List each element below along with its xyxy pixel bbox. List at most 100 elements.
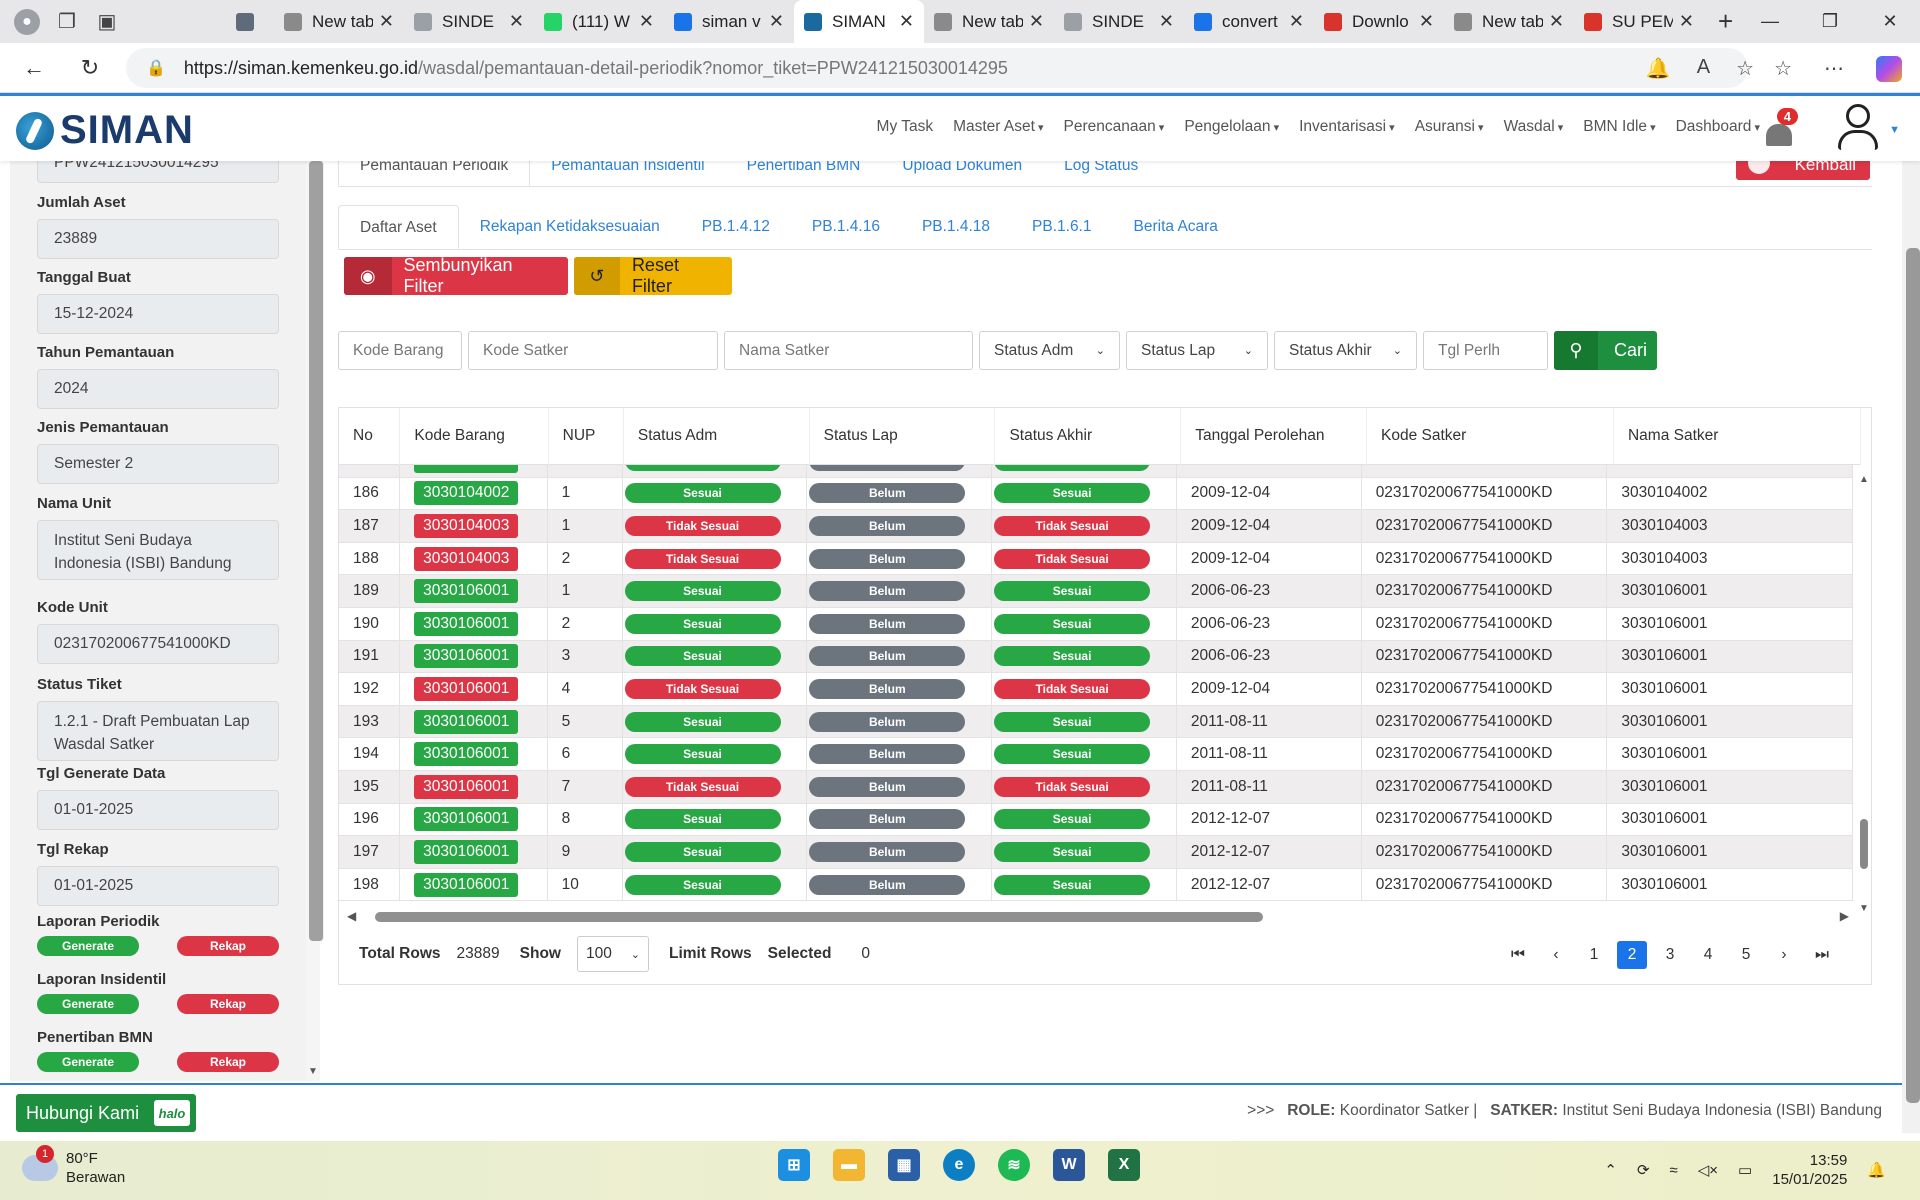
column-header[interactable]: Nama Satker — [1614, 407, 1861, 465]
page-button[interactable]: 3 — [1651, 941, 1689, 969]
tgl-perlh-input[interactable]: Tgl Perlh — [1423, 331, 1548, 370]
close-tab-icon[interactable]: ✕ — [1159, 11, 1174, 32]
subtab-pb-1-4-16[interactable]: PB.1.4.16 — [791, 205, 901, 249]
kode-barang-badge[interactable]: 3030103999 — [414, 465, 519, 473]
file-explorer-icon[interactable]: ▬ — [833, 1149, 865, 1181]
table-row[interactable]: 192 3030106001 4 Tidak Sesuai Belum Tidak Ses… — [339, 673, 1853, 706]
browser-tab[interactable]: SU PEM ✕ — [1574, 0, 1704, 43]
page-button[interactable]: 4 — [1689, 941, 1727, 969]
table-row[interactable]: 197 3030106001 9 Sesuai Belum Sesuai 2012-12-0… — [339, 836, 1853, 869]
rekap-button[interactable]: Rekap — [177, 994, 279, 1014]
kode-barang-badge[interactable]: 3030106001 — [414, 676, 519, 701]
close-tab-icon[interactable]: ✕ — [1549, 11, 1564, 32]
browser-tab[interactable]: SINDE ✕ — [404, 0, 534, 43]
table-row[interactable]: 191 3030106001 3 Sesuai Belum Sesuai 2006-06-2… — [339, 640, 1853, 674]
scroll-left-icon[interactable]: ◀ — [347, 909, 356, 923]
table-row[interactable]: 194 3030106001 6 Sesuai Belum Sesuai 2011-08-1… — [339, 738, 1853, 771]
favorites-icon[interactable]: ☆ — [1774, 56, 1792, 82]
status-adm-select[interactable]: Status Adm ⌄ — [979, 331, 1120, 370]
scroll-right-icon[interactable]: ▶ — [1840, 909, 1849, 923]
browser-tab[interactable]: SINDE ✕ — [1054, 0, 1184, 43]
page-scrollbar[interactable] — [1902, 93, 1920, 1133]
rekap-button[interactable]: Rekap — [177, 936, 279, 956]
column-header[interactable]: NUP — [549, 407, 624, 465]
table-row[interactable]: 189 3030106001 1 Sesuai Belum Sesuai 2006-06-2… — [339, 575, 1853, 608]
profile-icon[interactable]: ● — [14, 8, 40, 35]
menu-item[interactable]: BMN Idle ▾ — [1583, 118, 1655, 136]
close-tab-icon[interactable]: ✕ — [1289, 11, 1304, 32]
maximize-icon[interactable]: ❐ — [1800, 0, 1860, 43]
kode-satker-input[interactable]: Kode Satker — [468, 331, 718, 370]
table-vertical-scrollbar[interactable]: ▲ ▼ — [1857, 474, 1871, 914]
volume-muted-icon[interactable]: ◁× — [1698, 1161, 1718, 1179]
favorite-star-icon[interactable]: ☆ — [1736, 56, 1754, 81]
kode-barang-badge[interactable]: 3030104003 — [414, 513, 519, 538]
kode-barang-badge[interactable]: 3030104002 — [414, 481, 519, 506]
browser-tab[interactable]: (111) W ✕ — [534, 0, 664, 43]
table-row[interactable]: 186 3030104002 1 Sesuai Belum Sesuai 2009-12-0… — [339, 477, 1853, 511]
chevron-up-icon[interactable]: ⌃ — [1604, 1161, 1617, 1179]
next-page-icon[interactable]: › — [1765, 941, 1803, 969]
hubungi-kami-button[interactable]: Hubungi Kami halo — [16, 1094, 196, 1132]
browser-tab[interactable]: SIMAN ✕ — [794, 0, 924, 43]
word-icon[interactable]: W — [1053, 1149, 1085, 1181]
menu-item[interactable]: My Task — [877, 118, 934, 136]
kode-barang-badge[interactable]: 3030106001 — [414, 644, 519, 669]
browser-tab[interactable] — [226, 0, 274, 43]
url-input[interactable]: 🔒 https://siman.kemenkeu.go.id/wasdal/pe… — [126, 48, 1748, 88]
kode-barang-badge[interactable]: 3030106001 — [414, 807, 519, 832]
status-akhir-select[interactable]: Status Akhir ⌄ — [1274, 331, 1417, 370]
rows-per-page-select[interactable]: 100 ⌄ — [576, 936, 649, 972]
subtab-pb-1-4-12[interactable]: PB.1.4.12 — [681, 205, 791, 249]
column-header[interactable]: Status Lap — [810, 407, 996, 465]
user-avatar-icon[interactable] — [1836, 104, 1880, 152]
browser-tab[interactable]: siman v ✕ — [664, 0, 794, 43]
prev-page-icon[interactable]: ‹ — [1537, 941, 1575, 969]
table-row[interactable]: 190 3030106001 2 Sesuai Belum Sesuai 2006-06-2… — [339, 607, 1853, 641]
bell-url-icon[interactable]: 🔔 — [1646, 56, 1671, 81]
back-icon[interactable]: ← — [6, 55, 62, 81]
close-window-icon[interactable]: ✕ — [1860, 0, 1920, 43]
battery-icon[interactable]: ▭ — [1738, 1161, 1752, 1179]
status-lap-select[interactable]: Status Lap ⌄ — [1126, 331, 1268, 370]
user-menu-chevron-icon[interactable]: ▼ — [1889, 124, 1900, 136]
notification-bell-icon[interactable]: 4 — [1762, 108, 1798, 148]
sidebar-scrollbar[interactable]: ▼ — [306, 161, 324, 1081]
refresh-icon[interactable]: ↻ — [62, 55, 118, 81]
close-tab-icon[interactable]: ✕ — [379, 11, 394, 32]
hide-filter-button[interactable]: ◉ Sembunyikan Filter — [344, 257, 568, 295]
column-header[interactable]: Kode Barang — [400, 407, 549, 465]
table-row[interactable]: 188 3030104003 2 Tidak Sesuai Belum Tidak Ses… — [339, 542, 1853, 576]
first-page-icon[interactable]: ⏮ — [1499, 941, 1537, 969]
reset-filter-button[interactable]: ↺ Reset Filter — [574, 257, 732, 295]
kode-barang-badge[interactable]: 3030106001 — [414, 579, 519, 604]
kode-barang-input[interactable]: Kode Barang — [338, 331, 462, 370]
kode-barang-badge[interactable]: 3030106001 — [414, 709, 519, 734]
start-windows-icon[interactable]: ⊞ — [778, 1149, 810, 1181]
close-tab-icon[interactable]: ✕ — [509, 11, 524, 32]
table-row[interactable]: 193 3030106001 5 Sesuai Belum Sesuai 2011-08-1… — [339, 705, 1853, 739]
close-tab-icon[interactable]: ✕ — [769, 11, 784, 32]
scroll-down-icon[interactable]: ▼ — [308, 1066, 318, 1077]
table-row[interactable]: 196 3030106001 8 Sesuai Belum Sesuai 2012-12-0… — [339, 803, 1853, 837]
minimize-icon[interactable]: — — [1740, 0, 1800, 43]
generate-button[interactable]: Generate — [37, 936, 139, 956]
close-tab-icon[interactable]: ✕ — [899, 11, 914, 32]
column-header[interactable]: Status Adm — [624, 407, 810, 465]
menu-item[interactable]: Dashboard ▾ — [1676, 118, 1760, 136]
workspaces-icon[interactable]: ❐ — [54, 9, 80, 35]
kode-barang-badge[interactable]: 3030106001 — [414, 872, 519, 897]
last-page-icon[interactable]: ⏭ — [1803, 941, 1841, 969]
table-row[interactable]: 187 3030104003 1 Tidak Sesuai Belum Tidak Ses… — [339, 510, 1853, 543]
kode-barang-badge[interactable]: 3030106001 — [414, 742, 519, 767]
weather-widget[interactable]: 1 80°F Berawan — [22, 1145, 125, 1187]
generate-button[interactable]: Generate — [37, 994, 139, 1014]
menu-item[interactable]: Perencanaan ▾ — [1064, 118, 1165, 136]
close-tab-icon[interactable]: ✕ — [1029, 11, 1044, 32]
column-header[interactable]: Status Akhir — [995, 407, 1182, 465]
spotify-icon[interactable]: ≋ — [998, 1149, 1030, 1181]
generate-button[interactable]: Generate — [37, 1052, 139, 1072]
close-tab-icon[interactable]: ✕ — [1679, 11, 1694, 32]
browser-tab[interactable]: convert ✕ — [1184, 0, 1314, 43]
tab-actions-icon[interactable]: ▣ — [94, 9, 120, 35]
